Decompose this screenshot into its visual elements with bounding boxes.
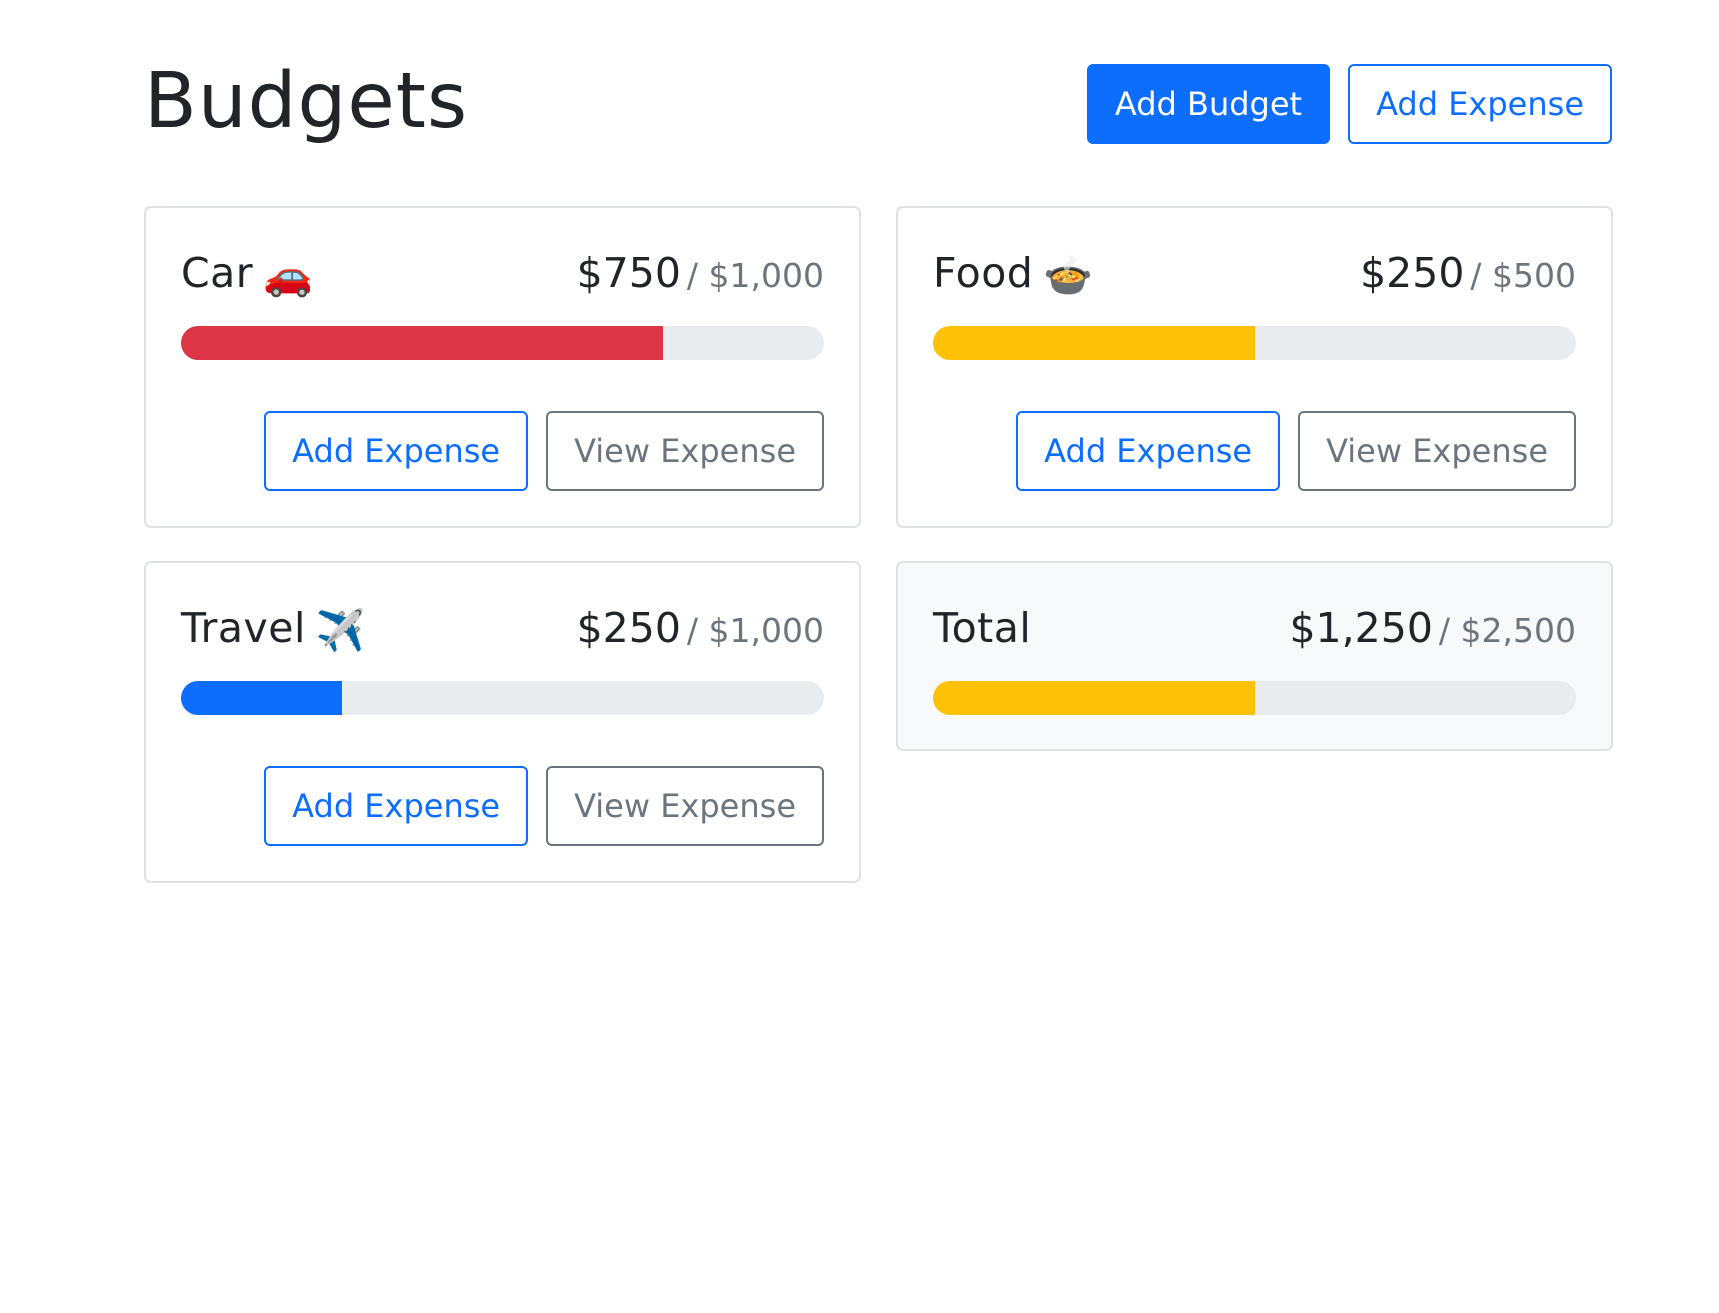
budget-progress — [181, 681, 824, 715]
budget-spent: $250 — [1360, 249, 1465, 297]
car-icon: 🚗 — [263, 253, 314, 299]
budget-progress — [181, 326, 824, 360]
budget-name-label: Car — [181, 249, 254, 297]
view-expense-button[interactable]: View Expense — [546, 411, 824, 491]
budget-name: Food 🍲 — [933, 238, 1094, 311]
budget-card-header: Car 🚗 $750/ $1,000 — [181, 238, 824, 308]
add-expense-button[interactable]: Add Expense — [1348, 64, 1612, 144]
total-name: Total — [933, 604, 1032, 652]
budget-card-car: Car 🚗 $750/ $1,000 Add Expense View Expen… — [144, 206, 861, 528]
budget-spent: $750 — [576, 249, 681, 297]
page-header: Budgets Add Budget Add Expense — [144, 56, 1612, 148]
budget-amount: $250/ $1,000 — [577, 593, 824, 672]
add-expense-button[interactable]: Add Expense — [1016, 411, 1281, 491]
add-expense-button[interactable]: Add Expense — [264, 411, 529, 491]
view-expense-button[interactable]: View Expense — [546, 766, 824, 846]
budget-max: / $500 — [1470, 256, 1576, 295]
total-spent: $1,250 — [1289, 604, 1433, 652]
add-budget-button[interactable]: Add Budget — [1086, 64, 1331, 144]
budget-progress-bar — [181, 326, 664, 360]
budget-name-label: Food — [933, 249, 1034, 297]
total-max: / $2,500 — [1438, 611, 1576, 650]
budget-max: / $1,000 — [686, 256, 824, 295]
total-progress-bar — [933, 681, 1255, 715]
view-expense-button[interactable]: View Expense — [1298, 411, 1576, 491]
budget-card-actions: Add Expense View Expense — [933, 411, 1576, 491]
budget-card-actions: Add Expense View Expense — [181, 766, 824, 846]
budget-progress — [933, 326, 1576, 360]
budget-card-header: Food 🍲 $250/ $500 — [933, 238, 1576, 308]
total-progress — [933, 681, 1576, 715]
pot-of-food-icon: 🍲 — [1043, 253, 1094, 299]
budget-card-header: Travel ✈️ $250/ $1,000 — [181, 593, 824, 663]
budget-amount: $250/ $500 — [1360, 238, 1576, 317]
page-title: Budgets — [144, 57, 469, 146]
card-spacer — [933, 715, 1576, 749]
budget-progress-bar — [933, 326, 1255, 360]
budget-card-food: Food 🍲 $250/ $500 Add Expense View Expens… — [896, 206, 1613, 528]
budget-card-actions: Add Expense View Expense — [181, 411, 824, 491]
total-amount: $1,250/ $2,500 — [1289, 593, 1576, 672]
budget-progress-bar — [181, 681, 342, 715]
budget-spent: $250 — [576, 604, 681, 652]
add-expense-button[interactable]: Add Expense — [264, 766, 529, 846]
total-card-header: Total $1,250/ $2,500 — [933, 593, 1576, 663]
budget-name-label: Travel — [181, 604, 306, 652]
budget-name: Car 🚗 — [181, 238, 313, 311]
budget-card-travel: Travel ✈️ $250/ $1,000 Add Expense View E… — [144, 561, 861, 883]
budget-name: Travel ✈️ — [181, 593, 366, 666]
total-card: Total $1,250/ $2,500 — [896, 561, 1613, 751]
budget-max: / $1,000 — [686, 611, 824, 650]
budget-amount: $750/ $1,000 — [577, 238, 824, 317]
header-actions: Add Budget Add Expense — [1086, 64, 1612, 144]
airplane-icon: ✈️ — [315, 608, 367, 654]
